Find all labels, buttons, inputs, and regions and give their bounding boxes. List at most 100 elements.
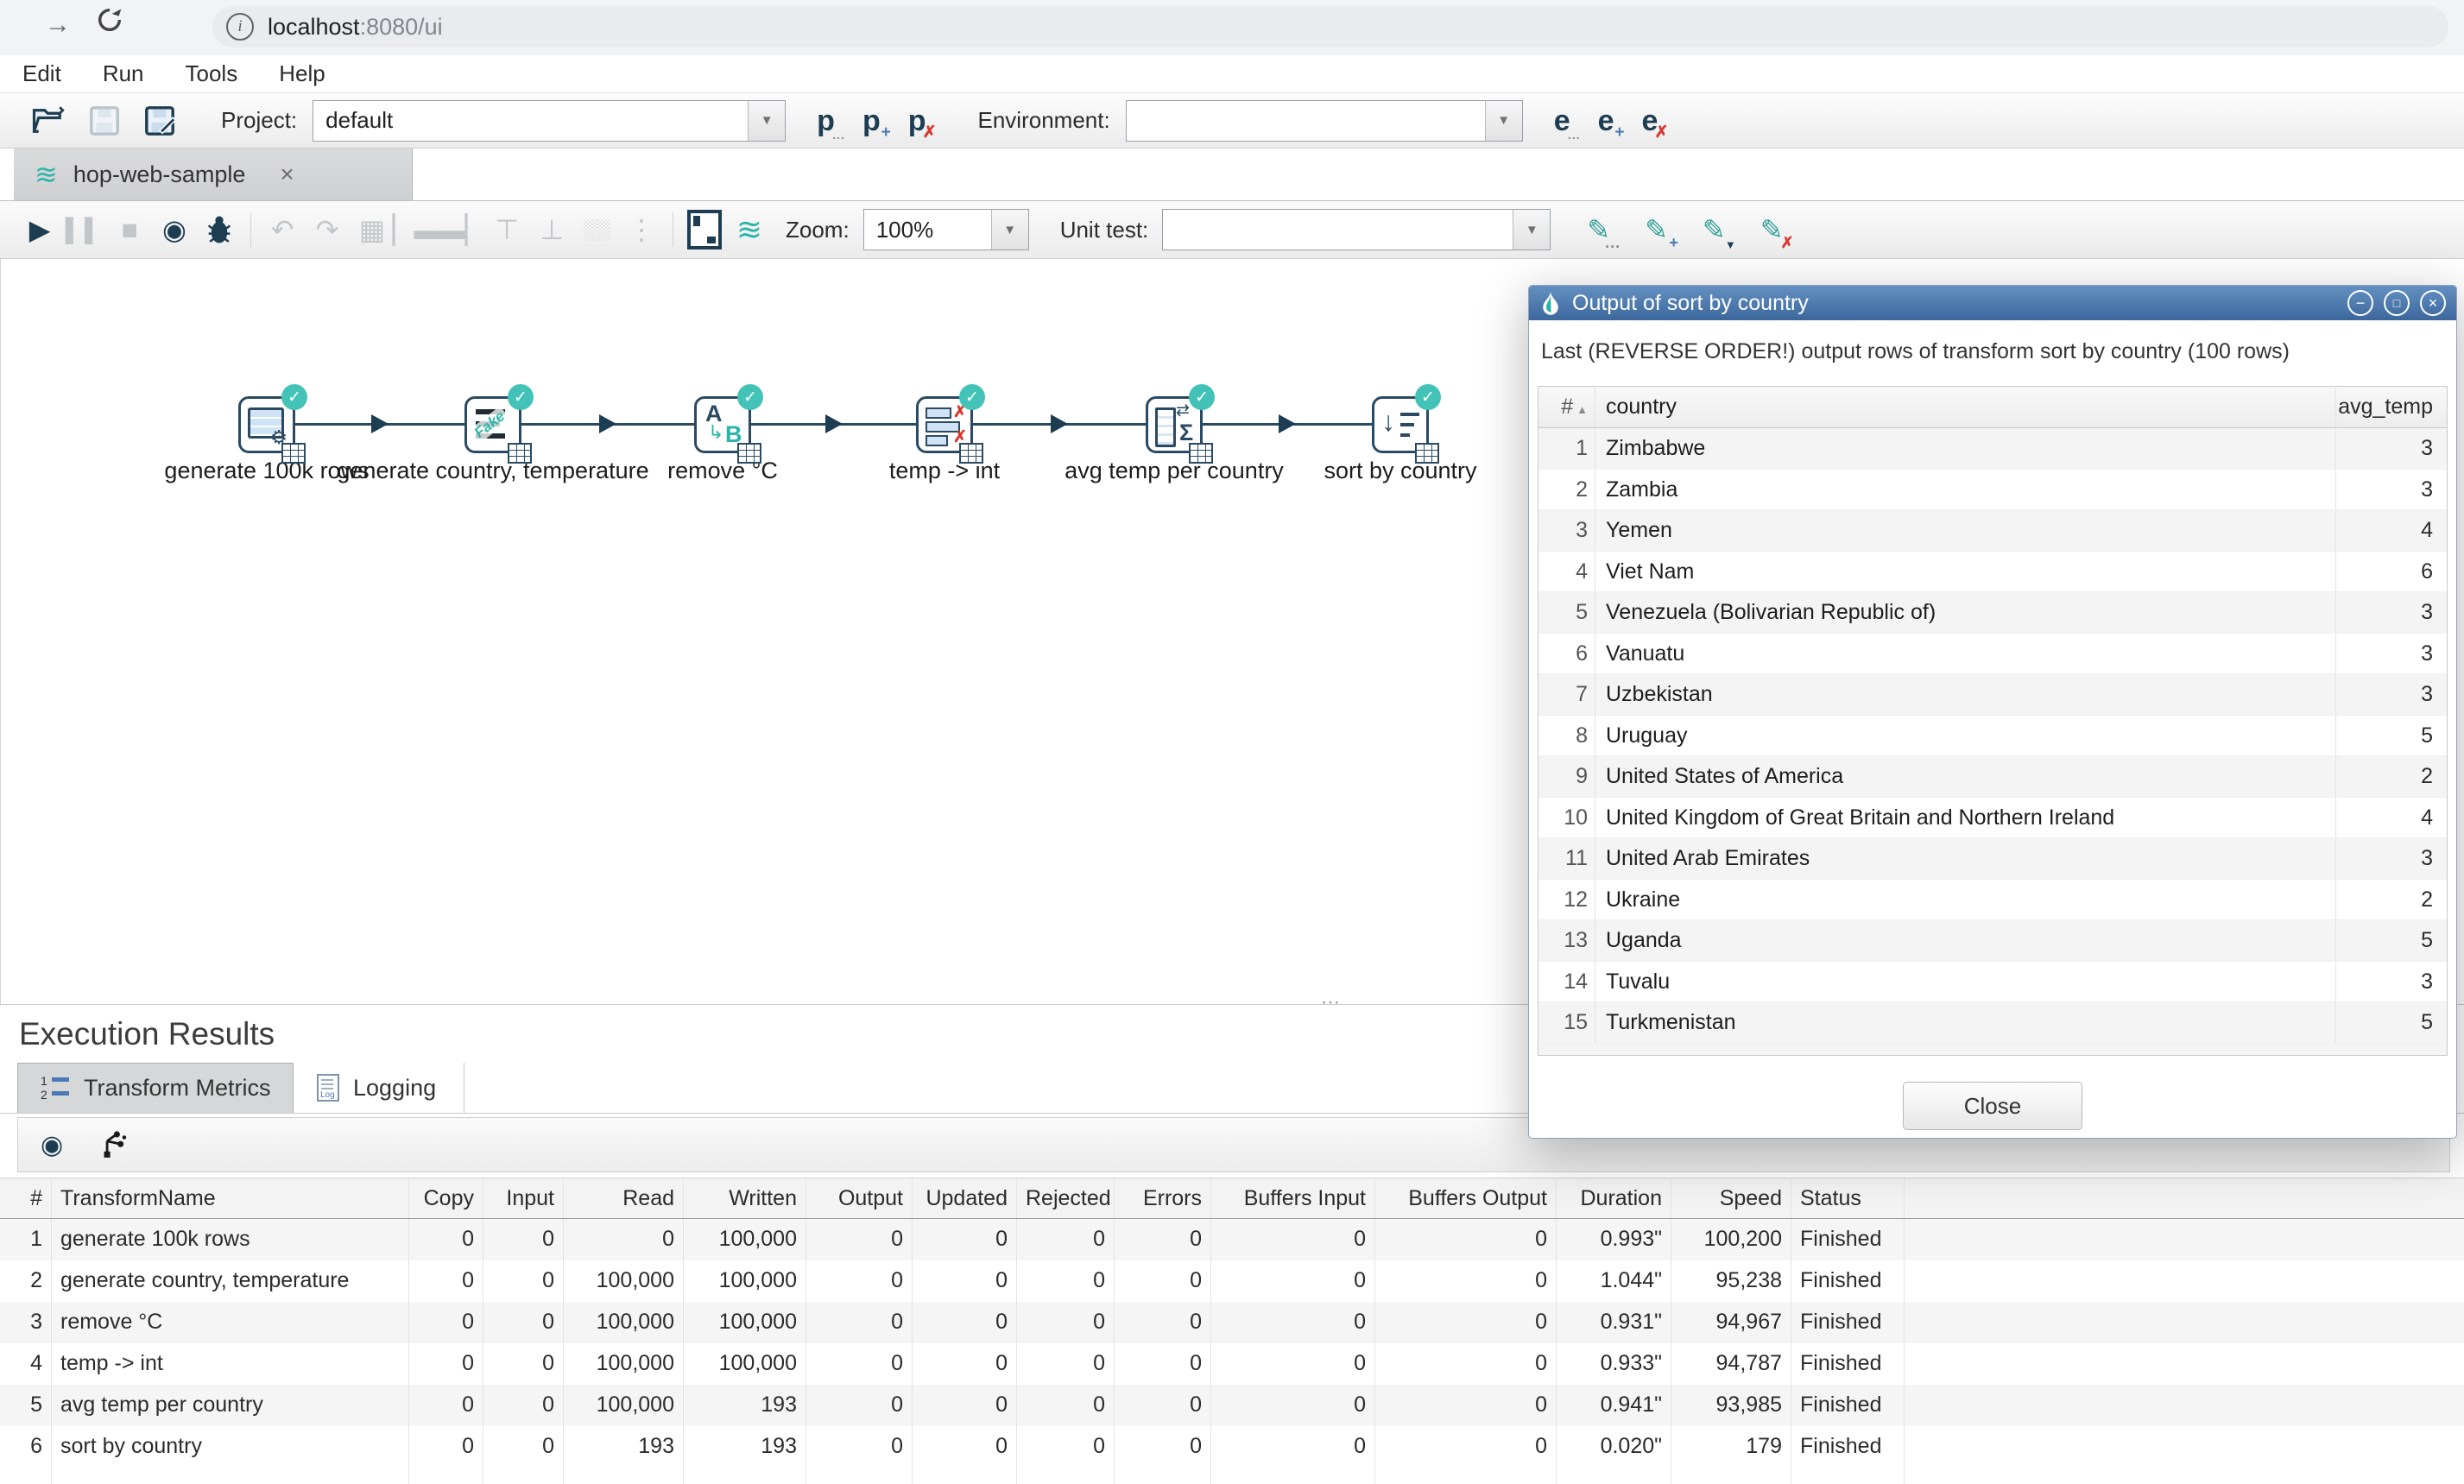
preview-table-row[interactable]: 9 United States of America 2 <box>1538 756 2447 798</box>
forward-icon[interactable]: → <box>45 10 71 40</box>
transform-sort-by-country[interactable]: ↓ ✓ <box>1372 396 1429 453</box>
preview-table-row[interactable]: 10 United Kingdom of Great Britain and N… <box>1538 798 2447 839</box>
transform-remove-c[interactable]: A ↳ B ✓ <box>694 396 751 453</box>
close-icon[interactable]: × <box>2420 290 2446 316</box>
metrics-cell: 100,000 <box>684 1219 806 1260</box>
hop-arrow-icon <box>1279 414 1296 433</box>
preview-icon[interactable]: ◉ <box>152 207 197 252</box>
pause-icon[interactable]: ▌▌ <box>62 207 107 252</box>
minimize-icon[interactable]: − <box>2347 290 2373 316</box>
menu-run[interactable]: Run <box>103 60 144 87</box>
browser-toolbar: → i localhost:8080/ui <box>0 0 2464 56</box>
close-button[interactable]: Close <box>1903 1082 2082 1130</box>
metrics-row[interactable]: 4temp -> int00100,000100,0000000000.933"… <box>0 1343 2464 1385</box>
close-tab-icon[interactable]: × <box>280 161 294 188</box>
menu-help[interactable]: Help <box>279 60 325 87</box>
add-unit-test-icon[interactable]: ✎+ <box>1645 216 1668 243</box>
data-preview-grid-icon[interactable] <box>1415 443 1439 464</box>
delete-unit-test-icon[interactable]: ✎✗ <box>1760 216 1784 243</box>
align-bottom-icon[interactable]: ⊥ <box>529 207 574 252</box>
preview-table-row[interactable]: 14 Tuvalu 3 <box>1538 962 2447 1003</box>
edit-project-button[interactable]: p... <box>817 106 835 136</box>
lineage-icon[interactable] <box>101 1130 130 1159</box>
edit-unit-test-icon[interactable]: ✎... <box>1587 216 1610 243</box>
detach-unit-test-icon[interactable]: ✎▼ <box>1703 216 1726 243</box>
tab-logging[interactable]: Log Logging <box>294 1063 464 1113</box>
transform-temp-int[interactable]: ✗ ✗ ✓ <box>916 396 973 453</box>
data-preview-grid-icon[interactable] <box>1189 443 1213 464</box>
align-left-icon[interactable]: ▏▬ <box>395 207 439 252</box>
data-preview-grid-icon[interactable] <box>737 443 761 464</box>
undo-icon[interactable]: ↶ <box>260 207 305 252</box>
show-execution-results-icon[interactable] <box>682 207 727 252</box>
chevron-down-icon[interactable]: ▼ <box>1485 101 1522 141</box>
row-number: 2 <box>1538 470 1595 510</box>
preview-table-row[interactable]: 3 Yemen 4 <box>1538 510 2447 552</box>
preview-table-row[interactable]: 6 Vanuatu 3 <box>1538 634 2447 675</box>
distribute-horizontal-icon[interactable]: ░░ <box>574 207 619 252</box>
transform-generate-country-temperature[interactable]: Fake ✓ <box>464 396 521 453</box>
delete-environment-button[interactable]: e✗ <box>1642 106 1658 136</box>
preview-table-row[interactable]: 7 Uzbekistan 3 <box>1538 674 2447 716</box>
preview-table-row[interactable]: 4 Viet Nam 6 <box>1538 552 2447 593</box>
transform-label: sort by country <box>1324 458 1476 484</box>
site-info-icon[interactable]: i <box>226 13 254 41</box>
transform-generate-100k-rows[interactable]: ⚙ ✓ <box>238 396 295 453</box>
preview-table-row[interactable]: 5 Venezuela (Bolivarian Republic of) 3 <box>1538 592 2447 634</box>
metrics-row[interactable]: 5avg temp per country00100,0001930000000… <box>0 1385 2464 1426</box>
preview-table-row[interactable]: 15 Turkmenistan 5 <box>1538 1002 2447 1044</box>
data-preview-grid-icon[interactable] <box>508 443 532 464</box>
reload-icon[interactable] <box>95 5 124 41</box>
preview-table-row[interactable]: 13 Uganda 5 <box>1538 920 2447 962</box>
metrics-header-row[interactable]: #TransformNameCopyInputReadWrittenOutput… <box>0 1178 2464 1219</box>
run-icon[interactable]: ▶ <box>17 207 62 252</box>
metrics-row[interactable]: 2generate country, temperature00100,0001… <box>0 1260 2464 1302</box>
url-bar[interactable]: i localhost:8080/ui <box>212 6 2448 47</box>
zoom-combo[interactable]: 100% ▼ <box>863 209 1029 250</box>
redo-icon[interactable]: ↷ <box>305 207 350 252</box>
data-preview-grid-icon[interactable] <box>281 443 306 464</box>
distribute-vertical-icon[interactable]: ⋮ <box>619 207 664 252</box>
save-as-icon[interactable] <box>140 101 180 141</box>
open-file-icon[interactable] <box>29 101 69 141</box>
edit-environment-button[interactable]: e... <box>1554 106 1570 136</box>
stop-icon[interactable]: ■ <box>107 207 152 252</box>
preview-table-row[interactable]: 1 Zimbabwe 3 <box>1538 428 2447 470</box>
project-combo[interactable]: default ▼ <box>313 100 786 142</box>
dialog-titlebar[interactable]: Output of sort by country − □ × <box>1529 286 2456 320</box>
chevron-down-icon[interactable]: ▼ <box>991 210 1028 249</box>
preview-table-row[interactable]: 2 Zambia 3 <box>1538 470 2447 511</box>
align-right-icon[interactable]: ▬▏ <box>439 207 484 252</box>
align-top-icon[interactable]: ⊤ <box>484 207 529 252</box>
inspect-data-icon[interactable]: ◉ <box>41 1130 63 1160</box>
pipeline-waves-icon[interactable]: ≋ <box>727 207 772 252</box>
chevron-down-icon[interactable]: ▼ <box>748 101 785 141</box>
add-environment-button[interactable]: e+ <box>1598 106 1614 136</box>
metrics-row[interactable]: 1generate 100k rows000100,0000000000.993… <box>0 1219 2464 1260</box>
menu-tools[interactable]: Tools <box>186 60 238 87</box>
debug-icon[interactable] <box>197 207 242 252</box>
snap-grid-icon[interactable]: ▦ <box>350 207 395 252</box>
delete-project-button[interactable]: p✗ <box>908 106 926 136</box>
unit-test-combo[interactable]: ▼ <box>1162 209 1551 250</box>
metrics-row[interactable]: 3remove °C00100,000100,0000000000.931"94… <box>0 1302 2464 1343</box>
preview-table-row[interactable]: 12 Ukraine 2 <box>1538 880 2447 921</box>
country-cell: United States of America <box>1595 756 2336 797</box>
preview-table-row[interactable]: 11 United Arab Emirates 3 <box>1538 838 2447 880</box>
environment-combo[interactable]: ▼ <box>1126 100 1523 142</box>
metrics-cell: 0 <box>806 1302 913 1343</box>
metrics-row[interactable]: 6sort by country001931930000000.020"179F… <box>0 1426 2464 1468</box>
maximize-icon[interactable]: □ <box>2384 290 2410 316</box>
save-icon[interactable] <box>85 101 124 141</box>
tab-hop-web-sample[interactable]: ≋ hop-web-sample × <box>14 148 413 200</box>
metrics-cell: 193 <box>684 1426 806 1468</box>
metrics-cell: 100,000 <box>564 1260 684 1302</box>
chevron-down-icon[interactable]: ▼ <box>1513 210 1550 249</box>
add-project-button[interactable]: p+ <box>862 106 881 136</box>
preview-table-header[interactable]: #▲ country avg_temp <box>1538 387 2447 428</box>
tab-transform-metrics[interactable]: 12 Transform Metrics <box>17 1063 294 1113</box>
preview-table-row[interactable]: 8 Uruguay 5 <box>1538 716 2447 757</box>
transform-avg-temp-per-country[interactable]: ⇄ Σ ✓ <box>1146 396 1203 453</box>
menu-edit[interactable]: Edit <box>22 60 61 87</box>
data-preview-grid-icon[interactable] <box>959 443 983 464</box>
